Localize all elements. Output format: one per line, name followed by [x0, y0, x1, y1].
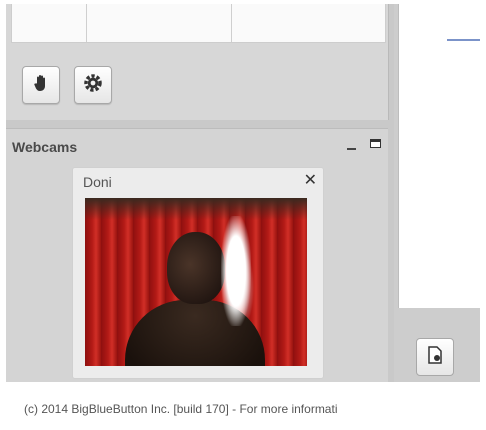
hand-icon	[33, 74, 49, 97]
video-person-head	[167, 232, 225, 304]
gear-icon	[83, 73, 103, 98]
webcam-user-name: Doni	[83, 174, 112, 190]
slide-line	[447, 39, 481, 41]
footer-copyright: (c) 2014 BigBlueButton Inc. [build 170] …	[24, 402, 338, 416]
webcams-panel: Webcams Doni ✕	[6, 128, 388, 383]
table-cell	[87, 4, 232, 42]
footer: (c) 2014 BigBlueButton Inc. [build 170] …	[0, 382, 486, 430]
raise-hand-button[interactable]	[22, 66, 60, 104]
video-light-glare	[221, 216, 251, 326]
presentation-slide	[398, 4, 481, 308]
upload-presentation-button[interactable]	[416, 338, 454, 376]
users-list-table	[11, 4, 386, 43]
minimize-icon	[346, 148, 356, 150]
maximize-button[interactable]	[370, 139, 381, 148]
users-panel	[6, 4, 389, 120]
presentation-panel	[394, 4, 481, 382]
app-window: Webcams Doni ✕	[6, 4, 481, 383]
settings-button[interactable]	[74, 66, 112, 104]
upload-document-icon	[428, 345, 442, 369]
minimize-button[interactable]	[344, 137, 358, 151]
webcams-title: Webcams	[12, 139, 78, 155]
close-video-icon[interactable]: ✕	[304, 171, 317, 191]
page-edge	[480, 0, 486, 430]
video-top-shadow	[85, 198, 307, 220]
webcam-video-window[interactable]: Doni ✕	[72, 167, 324, 379]
table-cell	[12, 4, 87, 42]
table-cell	[232, 4, 385, 42]
webcam-video-feed	[85, 198, 307, 366]
